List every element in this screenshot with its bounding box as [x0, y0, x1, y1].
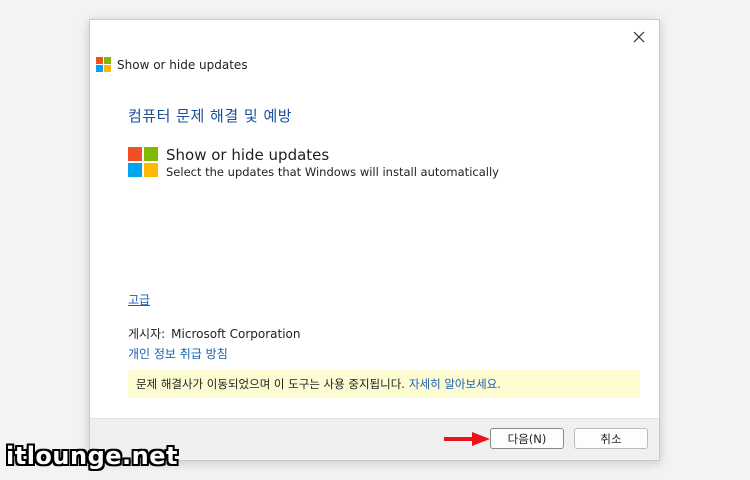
site-watermark: itlounge.net: [6, 442, 178, 470]
window-title: Show or hide updates: [117, 57, 248, 72]
troubleshooter-title: Show or hide updates: [166, 146, 330, 164]
close-button[interactable]: [627, 26, 651, 48]
troubleshooter-subtitle: Select the updates that Windows will ins…: [166, 165, 499, 179]
close-icon: [633, 31, 645, 43]
microsoft-logo-icon: [128, 147, 158, 177]
troubleshooter-item: Show or hide updates Select the updates …: [128, 146, 499, 180]
cancel-button[interactable]: 취소: [574, 428, 648, 449]
deprecation-notice: 문제 해결사가 이동되었으며 이 도구는 사용 중지됩니다. 자세히 알아보세요…: [128, 370, 640, 398]
page-heading: 컴퓨터 문제 해결 및 예방: [128, 107, 293, 125]
red-arrow-icon: [444, 432, 490, 446]
privacy-policy-link[interactable]: 개인 정보 취급 방침: [128, 345, 228, 362]
next-button[interactable]: 다음(N): [490, 428, 564, 449]
title-bar: Show or hide updates: [96, 57, 248, 72]
advanced-link[interactable]: 고급: [128, 291, 150, 308]
publisher-value: Microsoft Corporation: [171, 327, 301, 341]
learn-more-link[interactable]: 자세히 알아보세요.: [409, 376, 501, 392]
windows-logo-icon: [96, 57, 111, 72]
dialog-window: Show or hide updates 컴퓨터 문제 해결 및 예방 Show…: [89, 19, 660, 461]
publisher-label: 게시자:: [128, 327, 166, 341]
notice-text: 문제 해결사가 이동되었으며 이 도구는 사용 중지됩니다.: [136, 377, 405, 391]
publisher-info: 게시자: Microsoft Corporation: [128, 325, 300, 342]
